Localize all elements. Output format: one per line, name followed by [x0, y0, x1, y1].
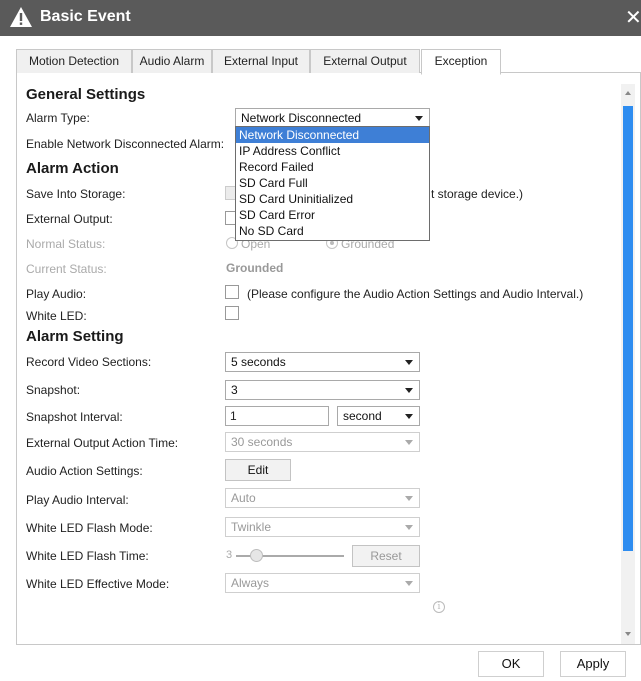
chevron-down-icon — [415, 116, 423, 121]
ext-output-time-select[interactable]: 30 seconds — [225, 432, 420, 452]
play-audio-interval-value: Auto — [231, 491, 256, 505]
normal-status-label: Normal Status: — [26, 237, 106, 251]
snapshot-interval-unit-select[interactable]: second — [337, 406, 420, 426]
general-settings-heading: General Settings — [26, 86, 146, 103]
record-sections-select[interactable]: 5 seconds — [225, 352, 420, 372]
alarm-setting-heading: Alarm Setting — [26, 328, 124, 345]
led-flash-time-value: 3 — [226, 549, 233, 561]
chevron-down-icon — [405, 440, 413, 445]
tab-external-input[interactable]: External Input — [212, 49, 310, 73]
snapshot-interval-label: Snapshot Interval: — [26, 410, 123, 424]
snapshot-interval-input[interactable]: 1 — [225, 406, 329, 426]
alarm-type-select[interactable]: Network Disconnected — [235, 108, 430, 128]
led-flash-time-label: White LED Flash Time: — [26, 549, 149, 563]
chevron-down-icon — [405, 496, 413, 501]
chevron-down-icon — [405, 360, 413, 365]
tab-motion-detection[interactable]: Motion Detection — [16, 49, 132, 73]
title-bar: Basic Event ✕ — [0, 0, 641, 36]
option-ip-address-conflict[interactable]: IP Address Conflict — [236, 143, 429, 159]
info-icon[interactable]: i — [433, 601, 445, 613]
save-storage-note: t storage device.) — [431, 187, 524, 201]
play-audio-interval-label: Play Audio Interval: — [26, 493, 129, 507]
led-flash-mode-value: Twinkle — [231, 520, 272, 534]
ext-output-time-value: 30 seconds — [231, 435, 293, 449]
chevron-down-icon — [405, 581, 413, 586]
scroll-down-icon[interactable] — [621, 627, 635, 641]
alarm-action-heading: Alarm Action — [26, 160, 119, 177]
current-status-value: Grounded — [226, 261, 284, 275]
alarm-type-value: Network Disconnected — [241, 111, 362, 125]
chevron-down-icon — [405, 388, 413, 393]
vertical-scrollbar[interactable] — [621, 84, 635, 644]
reset-button[interactable]: Reset — [352, 545, 420, 567]
scrollbar-thumb[interactable] — [623, 106, 633, 551]
scroll-up-icon[interactable] — [621, 86, 635, 100]
enable-alarm-label: Enable Network Disconnected Alarm: — [26, 137, 225, 151]
white-led-checkbox[interactable] — [225, 306, 239, 320]
record-sections-value: 5 seconds — [231, 355, 286, 369]
snapshot-label: Snapshot: — [26, 383, 81, 397]
play-audio-checkbox[interactable] — [225, 285, 239, 299]
alarm-type-label: Alarm Type: — [26, 111, 90, 125]
led-flash-mode-label: White LED Flash Mode: — [26, 521, 153, 535]
snapshot-select[interactable]: 3 — [225, 380, 420, 400]
window-title: Basic Event — [40, 8, 131, 25]
tab-exception[interactable]: Exception — [421, 49, 501, 75]
option-record-failed[interactable]: Record Failed — [236, 159, 429, 175]
option-network-disconnected[interactable]: Network Disconnected — [236, 127, 429, 143]
option-sd-card-uninitialized[interactable]: SD Card Uninitialized — [236, 191, 429, 207]
snapshot-value: 3 — [231, 383, 238, 397]
play-audio-interval-select[interactable]: Auto — [225, 488, 420, 508]
ext-output-time-label: External Output Action Time: — [26, 436, 179, 450]
chevron-down-icon — [405, 414, 413, 419]
save-storage-label: Save Into Storage: — [26, 187, 126, 201]
led-flash-time-slider-handle[interactable] — [250, 549, 263, 562]
chevron-down-icon — [405, 525, 413, 530]
snapshot-interval-unit: second — [343, 409, 382, 423]
option-no-sd-card[interactable]: No SD Card — [236, 223, 429, 239]
external-output-label: External Output: — [26, 212, 113, 226]
led-effective-select[interactable]: Always — [225, 573, 420, 593]
tab-external-output[interactable]: External Output — [310, 49, 420, 73]
apply-button[interactable]: Apply — [560, 651, 626, 677]
play-audio-note: (Please configure the Audio Action Setti… — [247, 287, 584, 301]
ok-button[interactable]: OK — [478, 651, 544, 677]
audio-action-label: Audio Action Settings: — [26, 464, 143, 478]
tab-audio-alarm[interactable]: Audio Alarm — [132, 49, 212, 73]
led-effective-value: Always — [231, 576, 270, 590]
alarm-type-dropdown: Network Disconnected IP Address Conflict… — [235, 126, 430, 241]
warning-triangle-icon — [10, 7, 32, 27]
play-audio-label: Play Audio: — [26, 287, 87, 301]
close-icon[interactable]: ✕ — [625, 5, 641, 30]
tab-bar: Motion Detection Audio Alarm External In… — [16, 49, 641, 75]
current-status-label: Current Status: — [26, 262, 107, 276]
record-sections-label: Record Video Sections: — [26, 355, 152, 369]
option-sd-card-error[interactable]: SD Card Error — [236, 207, 429, 223]
led-effective-label: White LED Effective Mode: — [26, 577, 170, 591]
option-sd-card-full[interactable]: SD Card Full — [236, 175, 429, 191]
white-led-label: White LED: — [26, 309, 87, 323]
edit-button[interactable]: Edit — [225, 459, 291, 481]
led-flash-mode-select[interactable]: Twinkle — [225, 517, 420, 537]
